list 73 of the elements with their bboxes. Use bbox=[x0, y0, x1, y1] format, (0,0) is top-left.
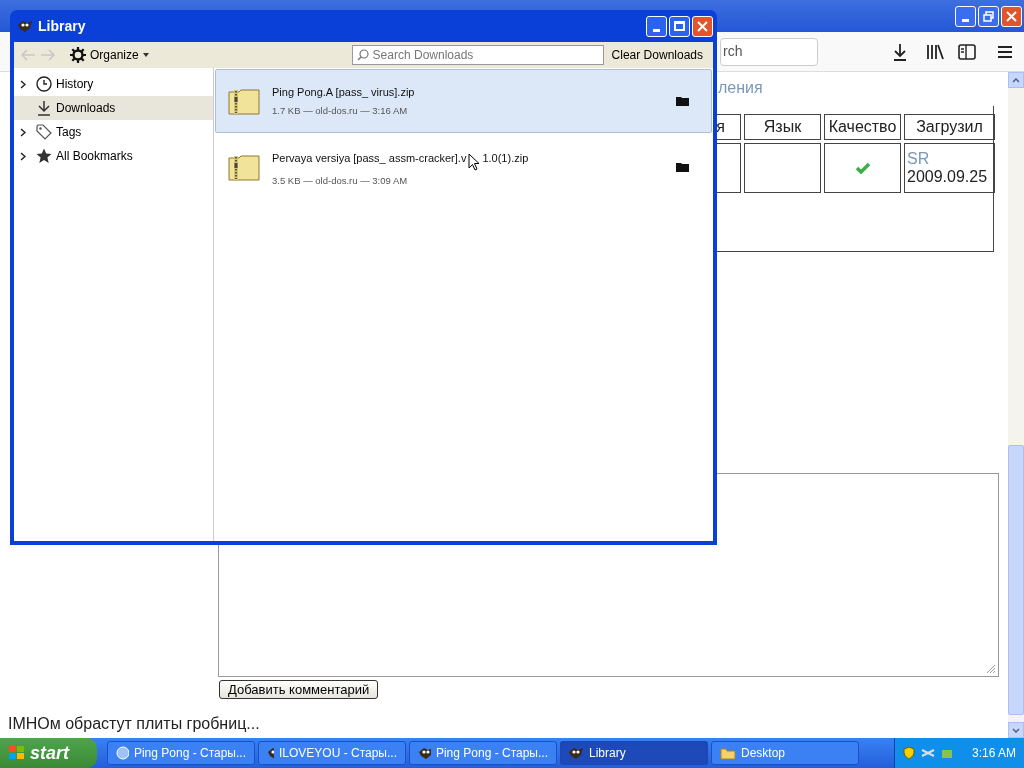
clear-downloads-button[interactable]: Clear Downloads bbox=[611, 46, 703, 64]
file-name: Pervaya versiya [pass_ assm-cracker].v bbox=[272, 151, 467, 167]
windows-logo-icon bbox=[8, 745, 26, 761]
close-button[interactable] bbox=[1001, 5, 1022, 27]
chevron-icon[interactable] bbox=[20, 151, 26, 161]
sidebar-item[interactable]: All Bookmarks bbox=[14, 144, 213, 168]
comment-field[interactable] bbox=[218, 545, 999, 677]
sidebar-item[interactable]: Tags bbox=[14, 120, 213, 144]
app-icon bbox=[17, 19, 33, 33]
app-icon bbox=[418, 746, 431, 760]
column-header: Качество bbox=[824, 114, 901, 140]
download-icon[interactable] bbox=[892, 42, 908, 61]
add-comment-button[interactable]: Добавить комментарий bbox=[219, 680, 379, 699]
checkmark-icon bbox=[855, 162, 870, 174]
close-icon bbox=[1006, 10, 1017, 22]
zip-folder-icon bbox=[228, 87, 260, 115]
column-header: Загрузил bbox=[904, 114, 995, 140]
globe-icon bbox=[116, 746, 129, 760]
tray-app-icon bbox=[941, 747, 953, 759]
scroll-down-button[interactable] bbox=[1008, 722, 1024, 738]
chevron-icon[interactable] bbox=[20, 79, 26, 89]
restore-icon bbox=[983, 10, 994, 22]
taskbar-button[interactable]: Ping Pong - Стары... bbox=[107, 741, 255, 765]
zip-folder-icon bbox=[228, 153, 260, 181]
app-icon bbox=[267, 746, 274, 760]
sidebar-item[interactable]: History bbox=[14, 72, 213, 96]
file-details: 1.7 KB — old-dos.ru — 3:16 AM bbox=[272, 103, 409, 118]
start-button[interactable]: start bbox=[0, 738, 97, 768]
search-field[interactable]: rch bbox=[720, 37, 818, 66]
network-icon bbox=[921, 747, 935, 759]
search-field[interactable]: Search Downloads bbox=[351, 45, 604, 65]
file-name: Ping Pong.A [pass_ virus].zip bbox=[272, 85, 415, 101]
gear-icon bbox=[70, 47, 86, 63]
comment-text: IMHOм обрастут плиты гробниц... bbox=[8, 715, 260, 732]
clock: 3:16 AM bbox=[971, 745, 1016, 762]
library-icon[interactable] bbox=[926, 43, 944, 60]
organize-button[interactable]: Organize bbox=[70, 46, 149, 64]
resize-grip-icon bbox=[986, 664, 996, 674]
taskbar-button[interactable]: Library bbox=[560, 741, 708, 765]
folder-icon bbox=[720, 746, 736, 760]
taskbar-button[interactable]: ILOVEYOU - Стары... bbox=[258, 741, 406, 765]
clock-icon bbox=[36, 76, 52, 92]
taskbar-button[interactable]: Ping Pong - Стары... bbox=[409, 741, 557, 765]
file-details: 3.5 KB — old-dos.ru — 3:09 AM bbox=[272, 174, 409, 189]
cursor-icon bbox=[468, 153, 481, 172]
taskbar-button[interactable]: Desktop bbox=[711, 741, 859, 765]
folder-icon[interactable] bbox=[676, 162, 689, 172]
star-icon bbox=[36, 148, 52, 164]
search-icon bbox=[356, 49, 369, 61]
sidebar-item[interactable]: Downloads bbox=[14, 96, 213, 120]
close-icon bbox=[697, 20, 708, 32]
scroll-up-button[interactable] bbox=[1008, 72, 1024, 88]
chevron-icon[interactable] bbox=[20, 127, 26, 137]
upload-date: 2009.09.25 bbox=[906, 168, 989, 186]
tag-icon bbox=[36, 124, 52, 140]
menu-icon[interactable] bbox=[998, 44, 1012, 59]
column-header: Язык bbox=[744, 114, 821, 140]
download-item[interactable]: Ping Pong.A [pass_ virus].zip 1.7 KB — old-dos.ru — 3:16 AM bbox=[215, 69, 712, 133]
minimize-button[interactable] bbox=[955, 5, 976, 27]
app-icon bbox=[568, 746, 584, 760]
caret-icon bbox=[142, 53, 149, 57]
download-icon bbox=[36, 100, 52, 116]
scroll-thumb[interactable] bbox=[1008, 445, 1024, 715]
window-title: Library bbox=[38, 16, 87, 36]
scrollbar[interactable] bbox=[1008, 72, 1024, 738]
maximize-button[interactable] bbox=[669, 15, 690, 37]
file-name: 1.0(1).zip bbox=[482, 151, 529, 167]
shield-icon bbox=[903, 746, 915, 760]
folder-icon[interactable] bbox=[676, 96, 689, 106]
close-button[interactable] bbox=[692, 15, 713, 37]
minimize-button[interactable] bbox=[646, 15, 667, 37]
restore-button[interactable] bbox=[978, 5, 999, 27]
sidebar-icon[interactable] bbox=[958, 43, 976, 60]
